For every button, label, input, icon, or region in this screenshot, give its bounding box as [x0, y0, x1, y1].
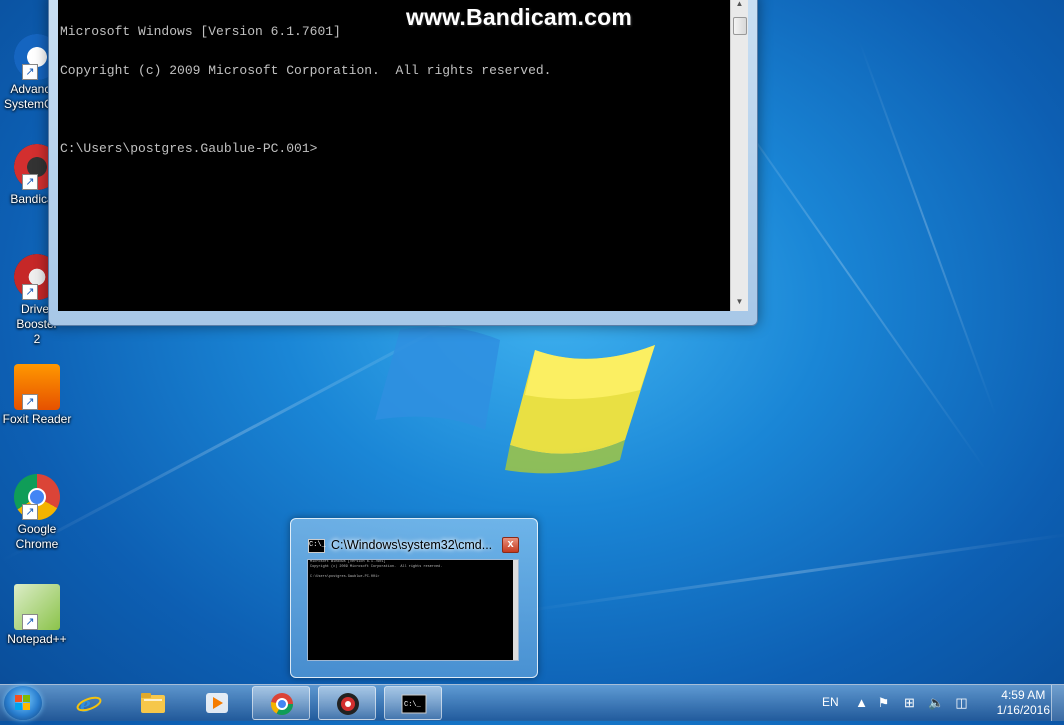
clock[interactable]: 4:59 AM 1/16/2016 — [997, 688, 1050, 718]
console-prompt: C:\Users\postgres.Gaublue-PC.001> — [60, 141, 318, 156]
svg-text:e: e — [80, 692, 91, 715]
chrome-icon: ↗ — [14, 474, 60, 520]
foxit-reader-icon: ↗ — [14, 364, 60, 410]
thumb-line: C:\Users\postgres.Gaublue-PC.001> — [310, 575, 380, 579]
windows-flag-icon — [15, 695, 30, 710]
windows-logo-wallpaper — [375, 326, 655, 474]
desktop-icon-label: Foxit Reader — [2, 412, 72, 426]
bandicam-icon — [337, 693, 359, 715]
console-line: Copyright (c) 2009 Microsoft Corporation… — [60, 63, 552, 78]
show-hidden-icons-icon[interactable]: ▲ — [854, 695, 869, 710]
desktop-icon-label: Google Chrome — [15, 522, 59, 551]
console-output[interactable]: Microsoft Windows [Version 6.1.7601] Cop… — [58, 0, 730, 311]
taskbar-internet-explorer[interactable]: e — [60, 686, 118, 720]
taskbar: e C:\_ EN ▲ ⚑ ⊞ 🔈 ◫ 4:59 AM 1/16/2016 — [0, 684, 1064, 721]
preview-thumbnail[interactable]: Microsoft Windows [Version 6.1.7601] Cop… — [307, 559, 519, 661]
show-desktop-button[interactable] — [1051, 685, 1064, 721]
cmd-icon: C:\_ — [308, 539, 326, 553]
console-scrollbar[interactable]: ▲ ▼ — [730, 0, 748, 311]
desktop-icon-label: Notepad++ — [7, 632, 67, 646]
media-player-icon — [206, 693, 228, 713]
taskbar-media-player[interactable] — [188, 686, 246, 720]
desktop-icon-google-chrome[interactable]: ↗ Google Chrome — [0, 474, 74, 552]
taskbar-file-explorer[interactable] — [124, 686, 182, 720]
cmd-icon: C:\_ — [401, 694, 427, 714]
clock-time: 4:59 AM — [1001, 688, 1046, 702]
desktop-icon-notepad-plus-plus[interactable]: ↗ Notepad++ — [0, 584, 74, 647]
scroll-up-icon[interactable]: ▲ — [731, 0, 748, 13]
notepad-plus-plus-icon: ↗ — [14, 584, 60, 630]
thumb-scrollbar — [513, 560, 518, 660]
cmd-window[interactable]: Microsoft Windows [Version 6.1.7601] Cop… — [48, 0, 758, 326]
language-indicator[interactable]: EN — [822, 695, 839, 709]
file-explorer-icon — [141, 693, 165, 713]
taskbar-cmd[interactable]: C:\_ — [384, 686, 442, 720]
taskbar-chrome[interactable] — [252, 686, 310, 720]
clock-date: 1/16/2016 — [996, 703, 1050, 717]
network-icon[interactable]: ⊞ — [902, 695, 917, 710]
bandicam-watermark: www.Bandicam.com — [406, 4, 633, 30]
svg-text:C:\_: C:\_ — [404, 701, 422, 709]
taskbar-bandicam[interactable] — [318, 686, 376, 720]
scroll-down-icon[interactable]: ▼ — [731, 297, 748, 311]
desktop-icon-foxit-reader[interactable]: ↗ Foxit Reader — [0, 364, 74, 427]
start-button[interactable] — [4, 686, 42, 720]
action-center-flag-icon[interactable]: ⚑ — [876, 695, 891, 710]
windows-update-icon[interactable]: ◫ — [954, 695, 969, 710]
scrollbar-thumb[interactable] — [733, 17, 747, 35]
close-icon[interactable]: x — [502, 537, 519, 553]
preview-title: C:\Windows\system32\cmd... — [331, 538, 493, 552]
chrome-icon — [271, 693, 293, 715]
volume-icon[interactable]: 🔈 — [928, 695, 944, 710]
taskbar-thumbnail-preview[interactable]: C:\_ C:\Windows\system32\cmd... x Micros… — [290, 518, 538, 678]
internet-explorer-icon: e — [76, 692, 102, 715]
